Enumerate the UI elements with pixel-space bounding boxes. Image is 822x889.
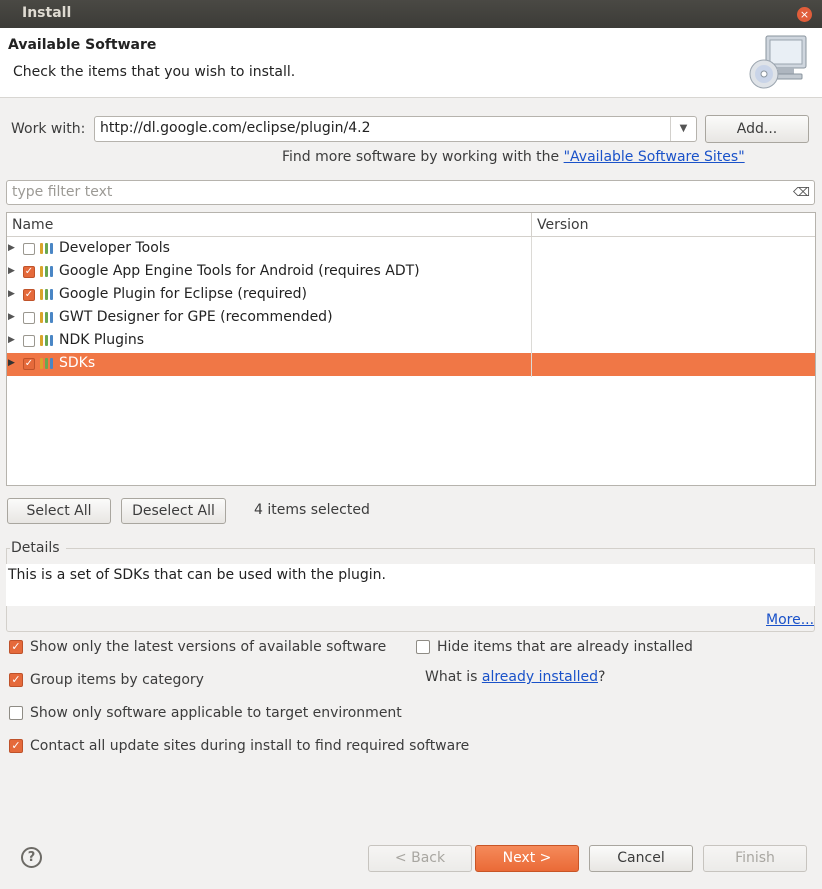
details-text-area: This is a set of SDKs that can be used w… <box>6 564 815 606</box>
expand-arrow-icon[interactable]: ▶ <box>8 358 15 368</box>
available-sites-hint: Find more software by working with the "… <box>282 149 745 165</box>
already-installed-link[interactable]: already installed <box>482 669 598 685</box>
row-checkbox[interactable] <box>23 335 35 347</box>
deselect-all-button[interactable]: Deselect All <box>121 498 226 524</box>
selected-count: 4 items selected <box>254 502 370 518</box>
feature-group-icon <box>40 358 54 370</box>
details-divider <box>66 548 815 549</box>
next-button[interactable]: Next > <box>475 845 579 872</box>
table-row[interactable]: ▶ GWT Designer for GPE (recommended) <box>7 307 815 330</box>
what-is-suffix: ? <box>598 669 606 685</box>
feature-group-icon <box>40 289 54 301</box>
expand-arrow-icon[interactable]: ▶ <box>8 335 15 345</box>
select-all-button[interactable]: Select All <box>7 498 111 524</box>
expand-arrow-icon[interactable]: ▶ <box>8 266 15 276</box>
filter-input[interactable]: type filter text ⌫ <box>6 180 815 205</box>
feature-group-icon <box>40 266 54 278</box>
row-label: Google Plugin for Eclipse (required) <box>59 286 307 302</box>
hide-installed-label: Hide items that are already installed <box>437 639 693 655</box>
software-tree-table[interactable]: Name Version ▶ Developer Tools ▶ ✓ Google Ap… <box>6 212 816 486</box>
column-header-version[interactable]: Version <box>537 217 588 233</box>
row-label: SDKs <box>59 355 96 371</box>
expand-arrow-icon[interactable]: ▶ <box>8 289 15 299</box>
clear-filter-icon[interactable]: ⌫ <box>793 185 810 199</box>
feature-group-icon <box>40 335 54 347</box>
filter-placeholder: type filter text <box>12 184 113 200</box>
work-with-label: Work with: <box>11 121 86 137</box>
details-label: Details <box>11 540 60 556</box>
row-checkbox[interactable] <box>23 243 35 255</box>
table-row[interactable]: ▶ ✓ SDKs <box>7 353 815 376</box>
table-row[interactable]: ▶ ✓ Google App Engine Tools for Android (r… <box>7 261 815 284</box>
more-details-link[interactable]: More... <box>766 612 814 628</box>
row-checkbox[interactable]: ✓ <box>23 358 35 370</box>
what-is-text: What is <box>425 669 482 685</box>
hide-installed-checkbox[interactable] <box>416 640 430 654</box>
target-env-checkbox[interactable] <box>9 706 23 720</box>
window-title: Install <box>22 5 72 21</box>
details-text: This is a set of SDKs that can be used w… <box>8 567 386 583</box>
window-titlebar: Install × <box>0 0 822 28</box>
table-row[interactable]: ▶ ✓ Google Plugin for Eclipse (required) <box>7 284 815 307</box>
group-by-category-checkbox[interactable]: ✓ <box>9 673 23 687</box>
version-column-divider <box>531 237 532 377</box>
work-with-combo[interactable]: http://dl.google.com/eclipse/plugin/4.2 … <box>94 116 697 142</box>
install-cd-monitor-icon <box>749 35 807 89</box>
latest-only-label: Show only the latest versions of availab… <box>30 639 387 655</box>
row-checkbox[interactable]: ✓ <box>23 266 35 278</box>
page-title: Available Software <box>8 37 157 53</box>
chevron-down-icon[interactable]: ▼ <box>670 117 696 141</box>
row-label: Google App Engine Tools for Android (req… <box>59 263 420 279</box>
contact-sites-checkbox[interactable]: ✓ <box>9 739 23 753</box>
feature-group-icon <box>40 312 54 324</box>
row-checkbox[interactable]: ✓ <box>23 289 35 301</box>
feature-group-icon <box>40 243 54 255</box>
row-label: NDK Plugins <box>59 332 145 348</box>
header-banner: Available Software Check the items that … <box>0 28 822 98</box>
column-divider <box>531 213 532 237</box>
work-with-value: http://dl.google.com/eclipse/plugin/4.2 <box>100 120 371 136</box>
expand-arrow-icon[interactable]: ▶ <box>8 312 15 322</box>
expand-arrow-icon[interactable]: ▶ <box>8 243 15 253</box>
hint-text: Find more software by working with the <box>282 149 564 165</box>
row-label: Developer Tools <box>59 240 170 256</box>
close-icon[interactable]: × <box>797 7 812 22</box>
table-row[interactable]: ▶ Developer Tools <box>7 238 815 261</box>
row-checkbox[interactable] <box>23 312 35 324</box>
finish-button[interactable]: Finish <box>703 845 807 872</box>
column-header-name[interactable]: Name <box>12 217 53 233</box>
back-button[interactable]: < Back <box>368 845 472 872</box>
group-by-category-label: Group items by category <box>30 672 204 688</box>
help-icon[interactable]: ? <box>21 847 42 868</box>
table-row[interactable]: ▶ NDK Plugins <box>7 330 815 353</box>
target-env-label: Show only software applicable to target … <box>30 705 402 721</box>
table-header: Name Version <box>7 213 815 237</box>
latest-only-checkbox[interactable]: ✓ <box>9 640 23 654</box>
add-site-button[interactable]: Add... <box>705 115 809 143</box>
row-label: GWT Designer for GPE (recommended) <box>59 309 333 325</box>
available-sites-link[interactable]: "Available Software Sites" <box>564 149 745 165</box>
details-divider-left <box>6 548 10 549</box>
page-subtitle: Check the items that you wish to install… <box>13 64 296 80</box>
cancel-button[interactable]: Cancel <box>589 845 693 872</box>
already-installed-hint: What is already installed? <box>425 669 605 685</box>
contact-sites-label: Contact all update sites during install … <box>30 738 470 754</box>
